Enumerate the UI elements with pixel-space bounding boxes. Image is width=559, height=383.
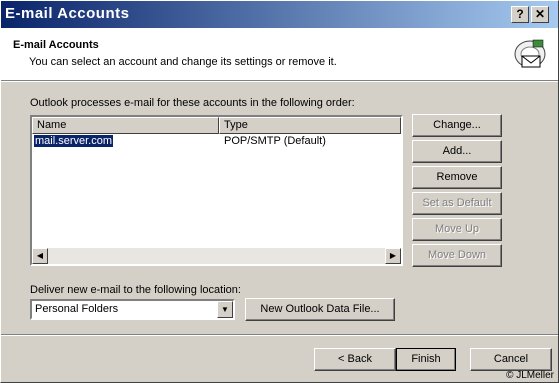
arrow-left-icon: ◀ — [36, 251, 44, 260]
order-label: Outlook processes e-mail for these accou… — [30, 97, 355, 109]
horizontal-scrollbar[interactable]: ◀ ▶ — [32, 248, 401, 264]
window-title: E-mail Accounts — [5, 5, 130, 22]
mail-accounts-icon — [514, 39, 546, 68]
close-icon: ✕ — [534, 7, 546, 21]
accounts-list[interactable]: Name Type mail.server.com POP/SMTP (Defa… — [30, 115, 403, 266]
close-button[interactable]: ✕ — [531, 6, 549, 23]
credit-watermark: © JLMeller — [506, 370, 554, 381]
scroll-left-button[interactable]: ◀ — [32, 248, 48, 264]
header-divider — [1, 80, 558, 82]
title-bar[interactable]: E-mail Accounts ? ✕ — [1, 1, 558, 28]
header-subtitle: You can select an account and change its… — [29, 56, 337, 68]
set-default-button[interactable]: Set as Default — [412, 192, 502, 215]
email-accounts-dialog: E-mail Accounts ? ✕ E-mail Accounts You … — [0, 0, 559, 383]
column-header-type[interactable]: Type — [219, 117, 401, 134]
wizard-header: E-mail Accounts You can select an accoun… — [1, 28, 558, 80]
cancel-button[interactable]: Cancel — [470, 348, 552, 371]
account-name: mail.server.com — [32, 134, 115, 148]
move-up-button[interactable]: Move Up — [412, 218, 502, 241]
finish-button[interactable]: Finish — [396, 348, 456, 371]
new-data-file-button[interactable]: New Outlook Data File... — [245, 298, 395, 321]
arrow-right-icon: ▶ — [389, 251, 397, 260]
dropdown-button[interactable]: ▼ — [217, 301, 233, 318]
change-button[interactable]: Change... — [412, 114, 502, 137]
remove-button[interactable]: Remove — [412, 166, 502, 189]
chevron-down-icon: ▼ — [221, 305, 229, 314]
deliver-location-select[interactable]: Personal Folders ▼ — [30, 299, 235, 320]
deliver-label: Deliver new e-mail to the following loca… — [30, 284, 241, 296]
footer-divider — [1, 334, 558, 336]
deliver-location-value: Personal Folders — [35, 303, 119, 315]
column-header-name[interactable]: Name — [32, 117, 219, 134]
add-button[interactable]: Add... — [412, 140, 502, 163]
header-title: E-mail Accounts — [13, 39, 99, 51]
help-button[interactable]: ? — [511, 6, 529, 23]
back-button[interactable]: < Back — [314, 348, 396, 371]
move-down-button[interactable]: Move Down — [412, 244, 502, 267]
scroll-right-button[interactable]: ▶ — [385, 248, 401, 264]
account-type: POP/SMTP (Default) — [224, 135, 326, 147]
